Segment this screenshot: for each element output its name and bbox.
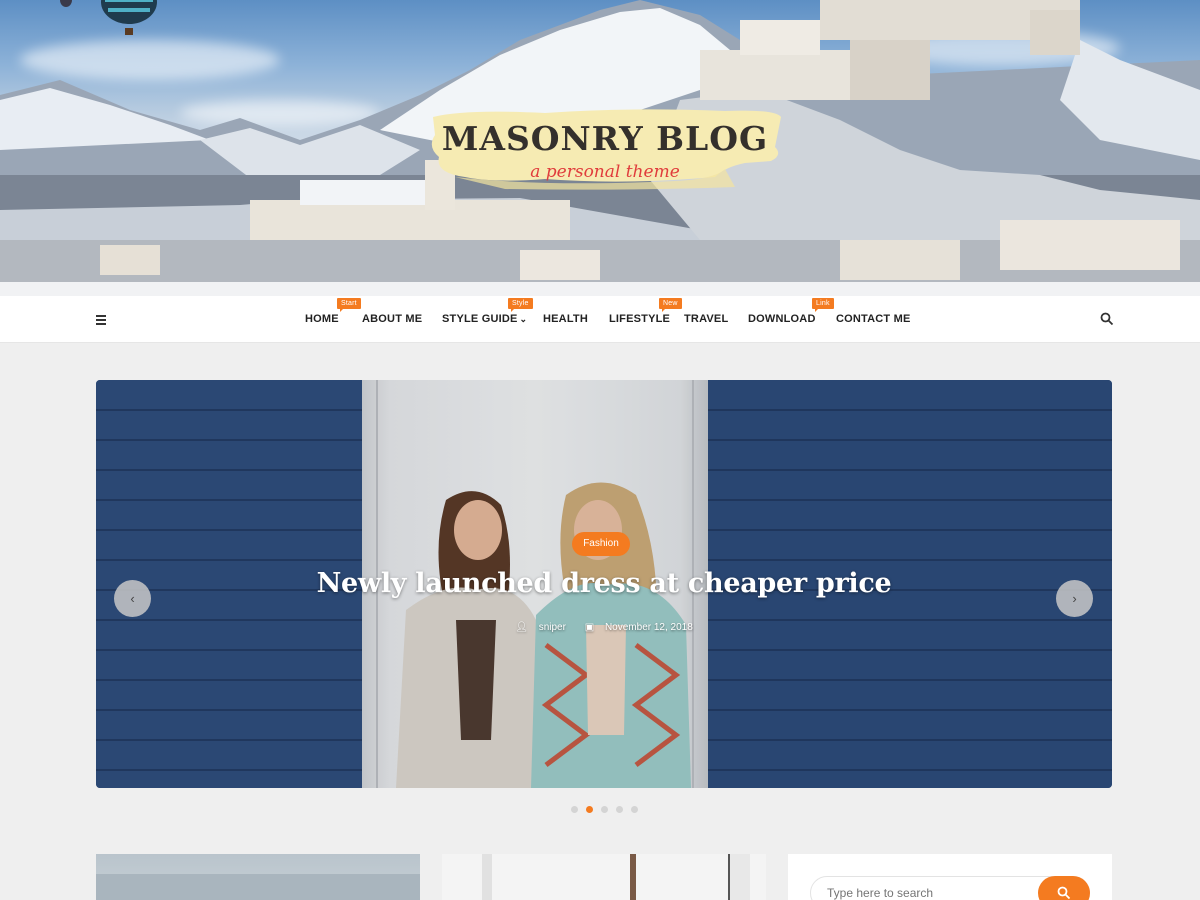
chevron-left-icon: ‹ <box>130 591 135 606</box>
user-icon: 👤︎ <box>515 622 528 633</box>
chevron-right-icon: › <box>1072 591 1077 606</box>
nav-item-label: HOME <box>305 313 339 325</box>
slider-dot-active[interactable] <box>586 806 593 813</box>
slider-dot[interactable] <box>616 806 623 813</box>
nav-item-label: TRAVEL <box>684 313 729 325</box>
nav-item-home[interactable]: HOME Start <box>305 298 361 325</box>
featured-slider[interactable]: Fashion Newly launched dress at cheaper … <box>96 380 1112 788</box>
author-link[interactable]: 👤︎ sniper <box>511 622 570 633</box>
nav-badge: Link <box>812 298 834 312</box>
search-icon <box>1057 886 1071 900</box>
search-submit-button[interactable] <box>1038 876 1090 900</box>
site-logo[interactable]: MASONRY BLOG a personal theme <box>425 107 785 191</box>
nav-item-style-guide[interactable]: STYLE GUIDE ⌄ Style <box>442 298 533 325</box>
main-navigation: HOME Start ABOUT ME STYLE GUIDE ⌄ Style H… <box>0 296 1200 343</box>
slider-dot[interactable] <box>631 806 638 813</box>
nav-badge: Start <box>337 298 361 312</box>
nav-item-download[interactable]: DOWNLOAD Link <box>748 298 834 325</box>
post-date: November 12, 2018 <box>604 622 693 633</box>
site-header: MASONRY BLOG a personal theme <box>0 0 1200 296</box>
slider-next-button[interactable]: › <box>1056 580 1093 617</box>
nav-item-label: DOWNLOAD <box>748 313 816 325</box>
nav-item-label: CONTACT ME <box>836 313 911 325</box>
slide-title[interactable]: Newly launched dress at cheaper price <box>96 568 1112 599</box>
slider-dot[interactable] <box>601 806 608 813</box>
chevron-down-icon: ⌄ <box>519 314 528 324</box>
author-name: sniper <box>538 622 566 633</box>
nav-item-label: ABOUT ME <box>362 313 423 325</box>
nav-item-label: STYLE GUIDE <box>442 313 518 325</box>
nav-item-contact-me[interactable]: CONTACT ME <box>836 313 911 325</box>
nav-item-label: LIFESTYLE <box>609 313 671 325</box>
primary-menu: HOME Start ABOUT ME STYLE GUIDE ⌄ Style H… <box>0 296 1200 343</box>
slide-meta: 👤︎ sniper ▣ November 12, 2018 <box>96 622 1112 633</box>
post-thumbnail-detail <box>728 854 750 900</box>
nav-item-label: HEALTH <box>543 313 588 325</box>
slider-prev-button[interactable]: ‹ <box>114 580 151 617</box>
post-thumbnail <box>96 874 420 900</box>
site-title: MASONRY BLOG <box>441 119 769 158</box>
site-tagline: a personal theme <box>530 162 680 182</box>
nav-item-about-me[interactable]: ABOUT ME <box>362 313 422 325</box>
calendar-icon: ▣ <box>584 622 595 633</box>
search-widget <box>788 854 1112 900</box>
search-icon[interactable] <box>1100 312 1114 326</box>
post-card[interactable] <box>442 854 766 900</box>
category-badge[interactable]: Fashion <box>572 532 630 556</box>
post-thumbnail <box>482 854 492 900</box>
nav-badge: New <box>659 298 682 312</box>
date-link[interactable]: ▣ November 12, 2018 <box>581 622 697 633</box>
nav-item-travel[interactable]: TRAVEL <box>684 313 728 325</box>
hot-air-balloon-icon <box>101 0 157 35</box>
nav-badge: Style <box>508 298 533 312</box>
slider-dot[interactable] <box>571 806 578 813</box>
nav-item-health[interactable]: HEALTH <box>543 313 588 325</box>
hot-air-balloon-icon <box>60 0 72 7</box>
nav-item-lifestyle[interactable]: LIFESTYLE New <box>609 298 682 325</box>
post-thumbnail-detail <box>630 854 636 900</box>
post-card[interactable] <box>96 854 420 900</box>
